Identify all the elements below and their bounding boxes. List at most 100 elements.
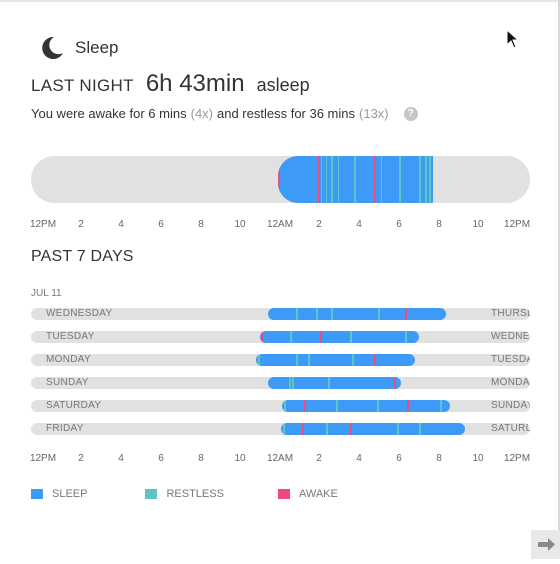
axis-tick-label: 6 <box>396 219 402 230</box>
restless-mark <box>283 423 285 435</box>
sleep-segment[interactable] <box>282 400 450 412</box>
help-icon[interactable]: ? <box>403 106 418 121</box>
asleep-label: asleep <box>256 75 310 95</box>
arrow-right-icon <box>538 538 555 551</box>
time-axis-bottom: 12PM 2 4 6 8 10 12AM 2 4 6 8 10 12PM <box>30 453 531 467</box>
restless-mark <box>284 400 286 412</box>
day-label: WEDNESDAY <box>46 308 113 319</box>
next-day-label: THURSDAY <box>491 308 530 319</box>
day-row-monday[interactable]: MONDAY TUESDAY <box>31 354 530 366</box>
day-row-friday[interactable]: FRIDAY SATURDAY <box>31 423 530 435</box>
axis-tick-label: 12PM <box>503 453 531 464</box>
axis-tick-label: 8 <box>436 453 442 464</box>
restless-mark <box>352 354 354 366</box>
restless-mark <box>308 354 310 366</box>
next-button[interactable] <box>531 530 560 559</box>
panel-title: Sleep <box>75 38 119 57</box>
awake-mark <box>320 331 322 343</box>
sleep-segment[interactable] <box>268 308 446 320</box>
next-day-label: MONDAY <box>491 377 530 388</box>
restless-mark <box>292 377 294 389</box>
legend-item-restless: RESTLESS <box>145 488 224 500</box>
axis-tick-label: 4 <box>356 453 362 464</box>
past-7-days-title: PAST 7 DAYS <box>31 248 134 265</box>
axis-tick-label: 6 <box>158 453 164 464</box>
sleep-legend: SLEEP RESTLESS AWAKE <box>31 488 366 500</box>
restless-mark <box>338 156 339 203</box>
restless-mark <box>350 331 352 343</box>
awake-mark <box>374 354 376 366</box>
mouse-cursor-icon <box>506 29 520 49</box>
restless-mark <box>429 156 431 203</box>
awake-mark <box>350 423 352 435</box>
awake-mark <box>405 308 407 320</box>
restless-mark <box>378 308 380 320</box>
restless-mark <box>316 308 318 320</box>
sleep-segment[interactable] <box>256 354 415 366</box>
awake-mark <box>407 400 409 412</box>
sleep-duration: 6h 43min <box>145 70 245 97</box>
week-start-date: JUL 11 <box>31 288 62 299</box>
next-day-label: TUESDAY <box>491 354 530 365</box>
restless-mark <box>377 400 379 412</box>
last-night-sleep-bar <box>31 156 530 203</box>
last-night-label: LAST NIGHT <box>31 76 134 95</box>
axis-tick-label: 2 <box>78 453 84 464</box>
sleep-panel: Sleep LAST NIGHT 6h 43min asleep You wer… <box>0 0 560 559</box>
restless-mark <box>405 331 407 343</box>
restless-mark <box>258 354 260 366</box>
restless-mark <box>289 377 291 389</box>
axis-tick-label: 2 <box>78 219 84 230</box>
awake-count: (4x) <box>190 106 213 121</box>
awake-mark <box>302 423 304 435</box>
awake-text: You were awake for 6 mins <box>31 106 187 121</box>
next-day-label: SUNDAY <box>491 400 530 411</box>
restless-mark <box>296 354 298 366</box>
last-night-sleep-segment[interactable] <box>278 156 433 203</box>
legend-item-sleep: SLEEP <box>31 488 87 500</box>
awake-mark <box>304 400 306 412</box>
legend-item-awake: AWAKE <box>277 488 338 500</box>
legend-label: RESTLESS <box>166 488 224 500</box>
axis-tick-label: 10 <box>472 453 484 464</box>
axis-tick-label: 12PM <box>29 219 57 230</box>
legend-label: SLEEP <box>52 488 88 500</box>
day-row-tuesday[interactable]: TUESDAY WEDNESDAY <box>31 331 530 343</box>
axis-tick-label: 4 <box>118 219 124 230</box>
legend-swatch <box>277 489 290 499</box>
axis-tick-label: 8 <box>198 453 204 464</box>
sleep-segment[interactable] <box>260 331 419 343</box>
axis-tick-label: 10 <box>234 219 246 230</box>
moon-icon <box>42 36 63 59</box>
axis-tick-label: 10 <box>472 219 484 230</box>
next-day-label: SATURDAY <box>491 423 530 434</box>
axis-tick-label: 4 <box>118 453 124 464</box>
day-label: MONDAY <box>46 354 91 365</box>
axis-tick-label: 12PM <box>503 219 531 230</box>
day-row-wednesday[interactable]: WEDNESDAY THURSDAY <box>31 308 530 320</box>
restless-text: and restless for 36 mins <box>217 106 356 121</box>
restless-mark <box>296 308 298 320</box>
sleep-segment[interactable] <box>281 423 465 435</box>
restless-mark <box>328 377 330 389</box>
day-row-saturday[interactable]: SATURDAY SUNDAY <box>31 400 530 412</box>
restless-mark <box>425 156 427 203</box>
day-row-sunday[interactable]: SUNDAY MONDAY <box>31 377 530 389</box>
restless-mark <box>321 156 322 203</box>
legend-label: AWAKE <box>298 488 338 500</box>
restless-mark <box>440 400 442 412</box>
restless-mark <box>331 156 333 203</box>
awake-restless-summary: You were awake for 6 mins (4x) and restl… <box>31 106 418 121</box>
axis-tick-label: 10 <box>234 453 246 464</box>
axis-tick-label: 2 <box>316 453 322 464</box>
day-label: TUESDAY <box>46 331 95 342</box>
restless-mark <box>326 156 327 203</box>
restless-mark <box>326 423 328 435</box>
restless-mark <box>419 156 421 203</box>
restless-count: (13x) <box>359 106 389 121</box>
axis-tick-label: 4 <box>356 219 362 230</box>
restless-mark <box>399 156 401 203</box>
sleep-segment[interactable] <box>268 377 401 389</box>
awake-mark <box>261 331 263 343</box>
awake-mark <box>394 377 396 389</box>
